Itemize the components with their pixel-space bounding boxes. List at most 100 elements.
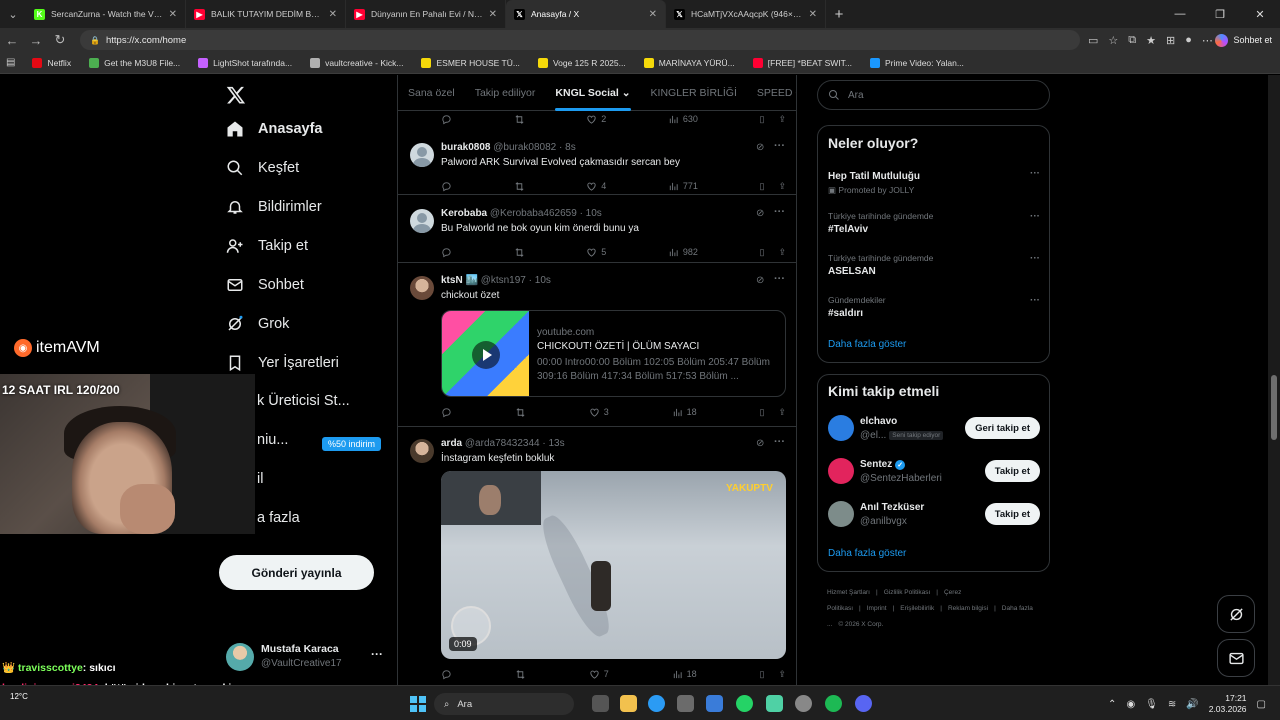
bookmark-icon[interactable]: ▯ — [759, 181, 764, 192]
grok-explain-icon[interactable]: ⊘ — [756, 438, 764, 449]
tweet[interactable]: Kerobaba @Kerobaba462659 · 10s ⊘ ··· Bu Pal… — [398, 195, 796, 263]
avatar[interactable] — [828, 501, 854, 527]
bookmark-item[interactable]: MARİNAYA YÜRÜ... — [635, 57, 744, 68]
url-field[interactable]: 🔒 https://x.com/home — [80, 30, 1080, 50]
follow-suggestion[interactable]: Anıl Tezküser @anilbvgx Takip et — [828, 501, 1040, 531]
app-icon-2[interactable] — [795, 695, 812, 712]
nav-item[interactable]: Takip et — [226, 237, 308, 255]
nav-item[interactable]: Sohbet — [226, 276, 304, 294]
mic-icon[interactable]: 🎙 — [1145, 699, 1158, 710]
tweet-video[interactable]: YAKUPTV 0:09 — [441, 471, 786, 659]
reply-icon[interactable] — [441, 181, 452, 192]
avatar[interactable] — [410, 276, 434, 300]
account-switcher[interactable]: Mustafa Karaca @VaultCreative17 ··· — [226, 641, 386, 671]
grok-fab[interactable] — [1217, 595, 1255, 633]
store-icon[interactable] — [677, 695, 694, 712]
tweet-time[interactable]: · 13s — [542, 438, 564, 449]
post-button[interactable]: Gönderi yayınla — [219, 555, 374, 590]
tab-close-icon[interactable]: ✕ — [329, 9, 337, 20]
share-icon[interactable]: ⇪ — [778, 247, 786, 258]
trend-more-icon[interactable]: ··· — [1030, 211, 1040, 222]
tweet-author-handle[interactable]: @ktsn197 — [481, 275, 526, 286]
weather-widget[interactable]: 12°C — [10, 692, 28, 701]
repost-icon[interactable] — [514, 247, 525, 258]
follow-button[interactable]: Takip et — [984, 460, 1040, 482]
follow-suggestion[interactable]: elchavo @el... Seni takip ediyor Geri takip… — [828, 415, 1040, 445]
like-button[interactable]: 7 — [589, 669, 609, 680]
follow-button[interactable]: Takip et — [984, 503, 1040, 525]
tray-app-icon[interactable]: ◉ — [1126, 699, 1135, 710]
notifications-icon[interactable]: ▢ — [1257, 699, 1266, 710]
like-button[interactable]: 3 — [589, 407, 609, 418]
minimize-button[interactable]: — — [1160, 0, 1200, 28]
wifi-icon[interactable]: ≋ — [1168, 699, 1176, 710]
copilot-button[interactable]: Sohbet et — [1215, 31, 1272, 49]
profile-icon[interactable]: ● — [1185, 34, 1192, 47]
trend-more-icon[interactable]: ··· — [1030, 168, 1040, 179]
task-view-icon[interactable] — [592, 695, 609, 712]
tab-actions-menu[interactable]: ⌄ — [0, 0, 26, 28]
timeline-tab[interactable]: KNGL Social ⌄ — [545, 87, 640, 111]
bookmark-icon[interactable]: ▯ — [759, 669, 764, 680]
forward-button[interactable]: → — [24, 33, 48, 48]
trend-more-icon[interactable]: ··· — [1030, 253, 1040, 264]
trend-item[interactable]: Hep Tatil Mutluluğu ▣ Promoted by JOLLY ··… — [828, 168, 1040, 196]
views-button[interactable]: 771 — [668, 181, 698, 192]
footer-link[interactable]: Imprint — [867, 605, 887, 612]
footer-link[interactable]: Reklam bilgisi — [948, 605, 988, 612]
reply-icon[interactable] — [441, 407, 452, 418]
footer-link[interactable]: Gizlilik Politikası — [884, 589, 931, 596]
nav-item[interactable]: il — [257, 471, 263, 487]
search-input[interactable]: Ara — [817, 80, 1050, 110]
taskbar-search[interactable]: ⌕ Ara — [434, 693, 574, 715]
repost-icon[interactable] — [514, 181, 525, 192]
close-window-button[interactable]: ✕ — [1240, 0, 1280, 28]
views-button[interactable]: 18 — [672, 669, 697, 680]
timeline-tab[interactable]: KINGLER BİRLİĞİ — [641, 87, 747, 99]
account-more-icon[interactable]: ··· — [371, 647, 383, 661]
file-explorer-icon[interactable] — [620, 695, 637, 712]
page-scrollbar[interactable] — [1268, 75, 1280, 685]
star-icon[interactable]: ☆ — [1108, 34, 1118, 47]
tweet-author-handle[interactable]: @arda78432344 — [465, 438, 540, 449]
more-icon[interactable]: ··· — [774, 273, 785, 285]
bookmark-item[interactable]: [FREE] *BEAT SWIT... — [744, 57, 861, 68]
more-icon[interactable]: ··· — [774, 206, 785, 218]
bookmark-item[interactable]: ESMER HOUSE TÜ... — [412, 57, 528, 68]
tab-close-icon[interactable]: ✕ — [649, 9, 657, 20]
reader-icon[interactable]: ▭ — [1088, 34, 1098, 47]
repost-icon[interactable] — [515, 407, 526, 418]
share-icon[interactable]: ⇪ — [778, 114, 786, 125]
trends-show-more[interactable]: Daha fazla göster — [828, 339, 906, 350]
who-show-more[interactable]: Daha fazla göster — [828, 548, 906, 559]
app-icon[interactable] — [766, 695, 783, 712]
spotify-icon[interactable] — [825, 695, 842, 712]
follow-suggestion[interactable]: Sentez ✓ @SentezHaberleri Takip et — [828, 458, 1040, 488]
tweet-author-name[interactable]: burak0808 — [441, 142, 490, 153]
nav-item[interactable]: Keşfet — [226, 159, 299, 177]
nav-item[interactable]: Bildirimler — [226, 198, 322, 216]
trend-more-icon[interactable]: ··· — [1030, 295, 1040, 306]
tweet[interactable]: ktsN 🏙️ @ktsn197 · 10s ⊘ ··· chickout özet y… — [398, 263, 796, 427]
tweet[interactable]: arda @arda78432344 · 13s ⊘ ··· İnstagram ke… — [398, 427, 796, 685]
clock[interactable]: 17:21 2.03.2026 — [1209, 693, 1247, 715]
views-button[interactable]: 982 — [668, 247, 698, 258]
bookmark-icon[interactable]: ▯ — [759, 114, 764, 125]
avatar[interactable] — [410, 439, 434, 463]
more-icon[interactable]: ⋯ — [1202, 34, 1213, 47]
bookmarks-menu-icon[interactable]: ▤ — [6, 57, 15, 68]
browser-tab[interactable]: ▶ BALIK TUTAYIM DEDİM BALIĞI TUT ✕ — [186, 0, 346, 28]
maximize-button[interactable]: ❐ — [1200, 0, 1240, 28]
tweet[interactable]: burak0808 @burak08082 · 8s ⊘ ··· Palword AR… — [398, 129, 796, 195]
tab-close-icon[interactable]: ✕ — [809, 9, 817, 20]
like-button[interactable]: 4 — [586, 181, 606, 192]
more-icon[interactable]: ··· — [774, 436, 785, 448]
bookmark-item[interactable]: LightShot tarafında... — [189, 57, 301, 68]
browser-tab[interactable]: K SercanZurna - Watch the VOD on ✕ — [26, 0, 186, 28]
trend-item[interactable]: Gündemdekiler #saldırı ··· — [828, 295, 1040, 319]
nav-item[interactable]: Anasayfa — [226, 120, 322, 138]
avatar[interactable] — [410, 143, 434, 167]
timeline-tab[interactable]: Sana özel — [398, 87, 465, 99]
bookmark-item[interactable]: Prime Video: Yalan... — [861, 57, 973, 68]
tweet-author-name[interactable]: Kerobaba — [441, 208, 487, 219]
